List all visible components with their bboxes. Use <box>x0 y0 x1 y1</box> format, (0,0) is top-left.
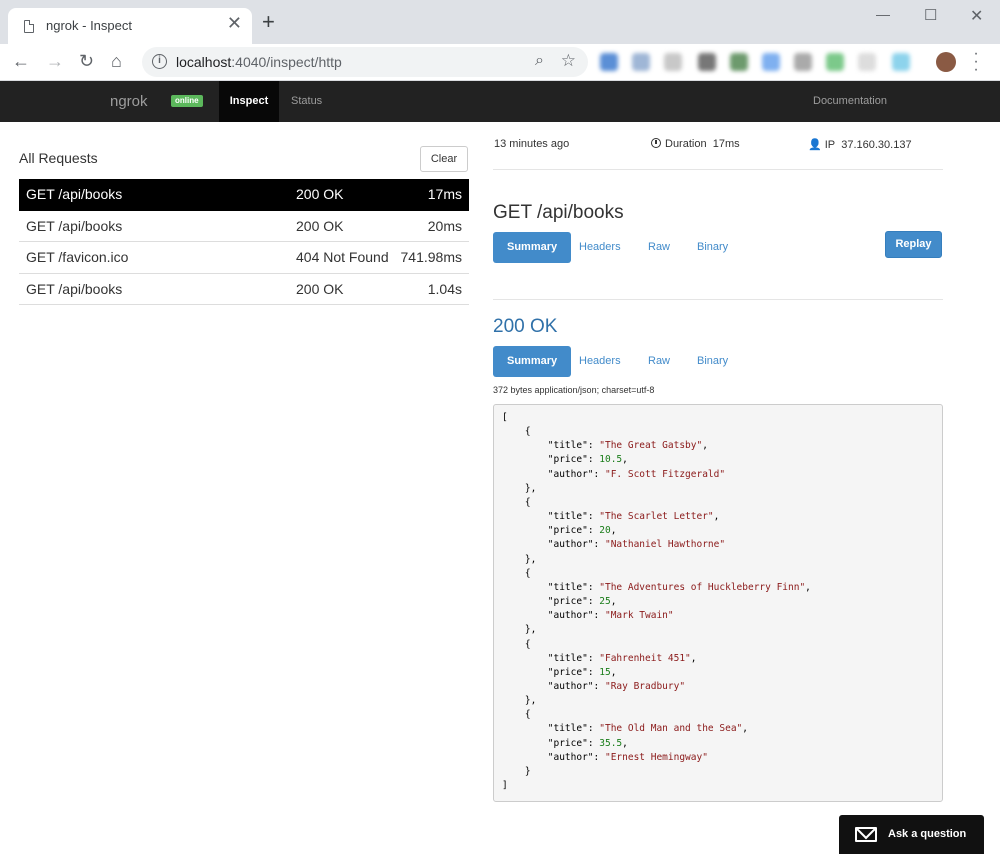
response-tab-binary[interactable]: Binary <box>683 346 742 377</box>
request-path: GET /favicon.ico <box>26 249 129 265</box>
extension-icon[interactable] <box>632 53 650 71</box>
request-duration: 20ms <box>427 217 462 234</box>
brand-logo[interactable]: ngrok <box>110 93 148 110</box>
url-text[interactable]: localhost:4040/inspect/http <box>176 54 342 70</box>
reload-icon[interactable]: ↻ <box>79 50 94 72</box>
close-window-icon[interactable]: ✕ <box>970 6 983 26</box>
app-navbar: ngrok online Inspect Status Documentatio… <box>0 81 1000 122</box>
request-time: 13 minutes ago <box>494 138 570 150</box>
clock-icon <box>651 138 661 148</box>
request-title: GET /api/books <box>493 202 624 223</box>
maximize-icon[interactable]: ☐ <box>924 6 937 24</box>
replay-button[interactable]: Replay <box>885 231 942 258</box>
extension-icon[interactable] <box>794 53 812 71</box>
close-tab-icon[interactable]: ✕ <box>227 14 242 32</box>
request-duration: 1.04s <box>427 280 462 297</box>
divider <box>493 169 943 170</box>
request-row[interactable]: GET /api/books 200 OK 20ms <box>19 211 469 242</box>
request-status: 200 OK <box>296 217 344 234</box>
extension-icon[interactable] <box>892 53 910 71</box>
client-ip: 👤 IP 37.160.30.137 <box>808 139 912 151</box>
browser-tab[interactable]: ngrok - Inspect ✕ <box>8 8 252 44</box>
request-tab-headers[interactable]: Headers <box>565 232 635 263</box>
response-info: 372 bytes application/json; charset=utf-… <box>493 385 655 395</box>
user-icon: 👤 <box>808 139 822 151</box>
nav-status[interactable]: Status <box>291 81 322 122</box>
extension-icon[interactable] <box>826 53 844 71</box>
extension-icon[interactable] <box>858 53 876 71</box>
zoom-icon[interactable]: ⌕ <box>535 52 544 70</box>
browser-tab-bar: ngrok - Inspect ✕ + — ☐ ✕ <box>0 0 1000 44</box>
request-duration: 741.98ms <box>400 249 462 265</box>
request-row[interactable]: GET /api/books 200 OK 17ms <box>19 179 469 211</box>
browser-toolbar: ← → ↻ ⌂ i localhost:4040/inspect/http ⌕ … <box>0 44 1000 81</box>
request-row[interactable]: GET /favicon.ico 404 Not Found 741.98ms <box>19 242 469 274</box>
json-code: [ { "title": "The Great Gatsby", "price"… <box>502 412 811 792</box>
tab-title: ngrok - Inspect <box>46 18 132 33</box>
ask-question-button[interactable]: Ask a question <box>839 815 984 854</box>
request-status: 404 Not Found <box>296 249 389 265</box>
response-tab-headers[interactable]: Headers <box>565 346 635 377</box>
status-badge: online <box>171 95 203 107</box>
document-icon <box>24 20 34 33</box>
request-path: GET /api/books <box>26 217 123 234</box>
extension-icon[interactable] <box>664 53 682 71</box>
envelope-icon <box>855 827 877 842</box>
new-tab-button[interactable]: + <box>262 11 275 33</box>
extension-icon[interactable] <box>730 53 748 71</box>
request-tab-raw[interactable]: Raw <box>634 232 684 263</box>
extension-icon[interactable] <box>762 53 780 71</box>
response-title: 200 OK <box>493 316 558 337</box>
back-icon[interactable]: ← <box>12 50 30 72</box>
request-duration-meta: Duration 17ms <box>651 138 740 150</box>
nav-documentation[interactable]: Documentation <box>813 81 887 122</box>
forward-icon[interactable]: → <box>46 50 64 72</box>
request-row[interactable]: GET /api/books 200 OK 1.04s <box>19 274 469 305</box>
browser-menu-icon[interactable]: · · · <box>972 46 980 78</box>
request-tab-summary[interactable]: Summary <box>493 232 572 263</box>
request-status: 200 OK <box>296 280 344 297</box>
response-body[interactable]: [ { "title": "The Great Gatsby", "price"… <box>493 404 943 802</box>
bookmark-star-icon[interactable]: ☆ <box>561 51 576 71</box>
home-icon[interactable]: ⌂ <box>111 50 122 72</box>
extension-icon[interactable] <box>698 53 716 71</box>
extension-icon[interactable] <box>600 53 618 71</box>
profile-avatar[interactable] <box>936 52 956 72</box>
response-tab-summary[interactable]: Summary <box>493 346 572 377</box>
request-status: 200 OK <box>296 186 344 202</box>
requests-heading: All Requests <box>19 150 98 166</box>
request-duration: 17ms <box>427 186 462 202</box>
info-icon[interactable]: i <box>152 54 167 69</box>
request-tab-binary[interactable]: Binary <box>683 232 742 263</box>
request-path: GET /api/books <box>26 280 123 297</box>
chat-label: Ask a question <box>888 828 967 840</box>
nav-inspect[interactable]: Inspect <box>219 81 279 122</box>
request-path: GET /api/books <box>26 186 123 202</box>
request-list: GET /api/books 200 OK 17ms GET /api/book… <box>19 179 469 305</box>
response-tab-raw[interactable]: Raw <box>634 346 684 377</box>
minimize-icon[interactable]: — <box>876 6 890 22</box>
clear-button[interactable]: Clear <box>420 146 468 172</box>
address-bar[interactable]: i localhost:4040/inspect/http ⌕ ☆ <box>142 47 588 77</box>
divider <box>493 299 943 300</box>
